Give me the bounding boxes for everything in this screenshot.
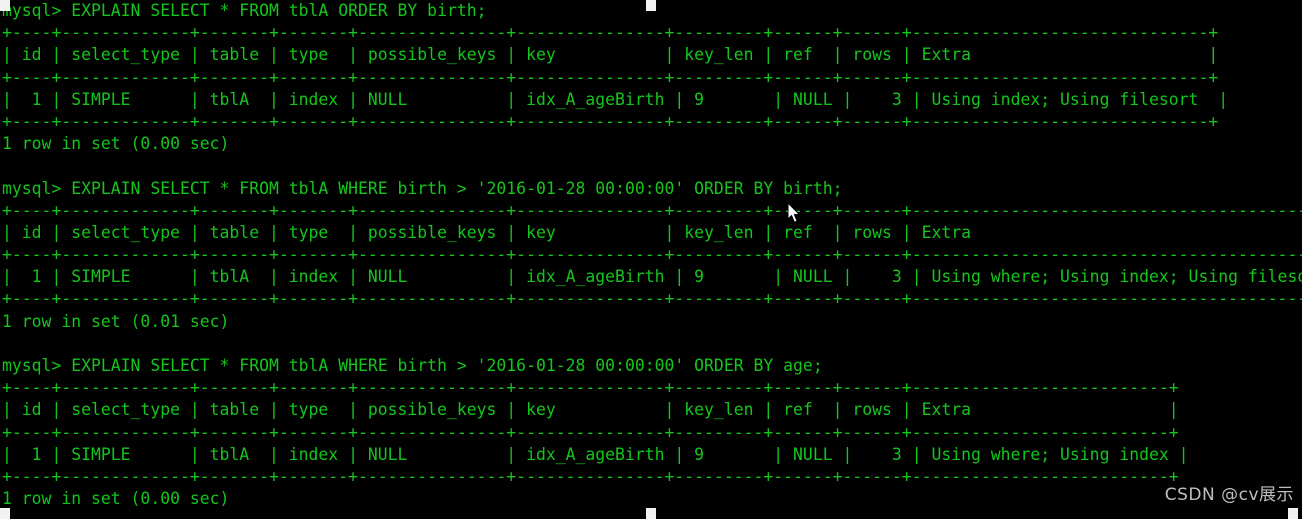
table-separator-top-2: +----+-------------+-------+-------+----… <box>2 200 1302 220</box>
text-cursor-block <box>0 508 10 519</box>
table-separator-mid-3: +----+-------------+-------+-------+----… <box>2 422 1179 442</box>
result-status-3: 1 row in set (0.00 sec) <box>2 489 230 509</box>
text-cursor-block <box>0 0 10 11</box>
table-header-row-2: | id | select_type | table | type | poss… <box>2 222 1302 242</box>
result-status-1: 1 row in set (0.00 sec) <box>2 134 230 154</box>
text-cursor-block <box>646 508 656 519</box>
table-data-row-3: | 1 | SIMPLE | tblA | index | NULL | idx… <box>2 444 1189 464</box>
table-header-row-1: | id | select_type | table | type | poss… <box>2 45 1219 65</box>
table-separator-bottom-1: +----+-------------+-------+-------+----… <box>2 111 1219 131</box>
table-separator-bottom-2: +----+-------------+-------+-------+----… <box>2 289 1302 309</box>
result-status-2: 1 row in set (0.01 sec) <box>2 311 230 331</box>
terminal-screen[interactable]: mysql> EXPLAIN SELECT * FROM tblA ORDER … <box>0 0 1302 519</box>
table-header-row-3: | id | select_type | table | type | poss… <box>2 400 1179 420</box>
table-separator-bottom-3: +----+-------------+-------+-------+----… <box>2 466 1179 486</box>
text-cursor-block <box>646 0 656 11</box>
table-separator-top-3: +----+-------------+-------+-------+----… <box>2 378 1179 398</box>
table-separator-top-1: +----+-------------+-------+-------+----… <box>2 23 1219 43</box>
command-line-2[interactable]: mysql> EXPLAIN SELECT * FROM tblA WHERE … <box>0 178 1302 200</box>
table-data-row-2: | 1 | SIMPLE | tblA | index | NULL | idx… <box>2 267 1302 287</box>
table-separator-mid-1: +----+-------------+-------+-------+----… <box>2 67 1219 87</box>
table-separator-mid-2: +----+-------------+-------+-------+----… <box>2 245 1302 265</box>
table-data-row-1: | 1 | SIMPLE | tblA | index | NULL | idx… <box>2 89 1229 109</box>
command-line-3[interactable]: mysql> EXPLAIN SELECT * FROM tblA WHERE … <box>0 355 1302 377</box>
terminal-window[interactable]: mysql> EXPLAIN SELECT * FROM tblA ORDER … <box>0 0 1302 519</box>
text-cursor-block <box>1288 508 1298 519</box>
